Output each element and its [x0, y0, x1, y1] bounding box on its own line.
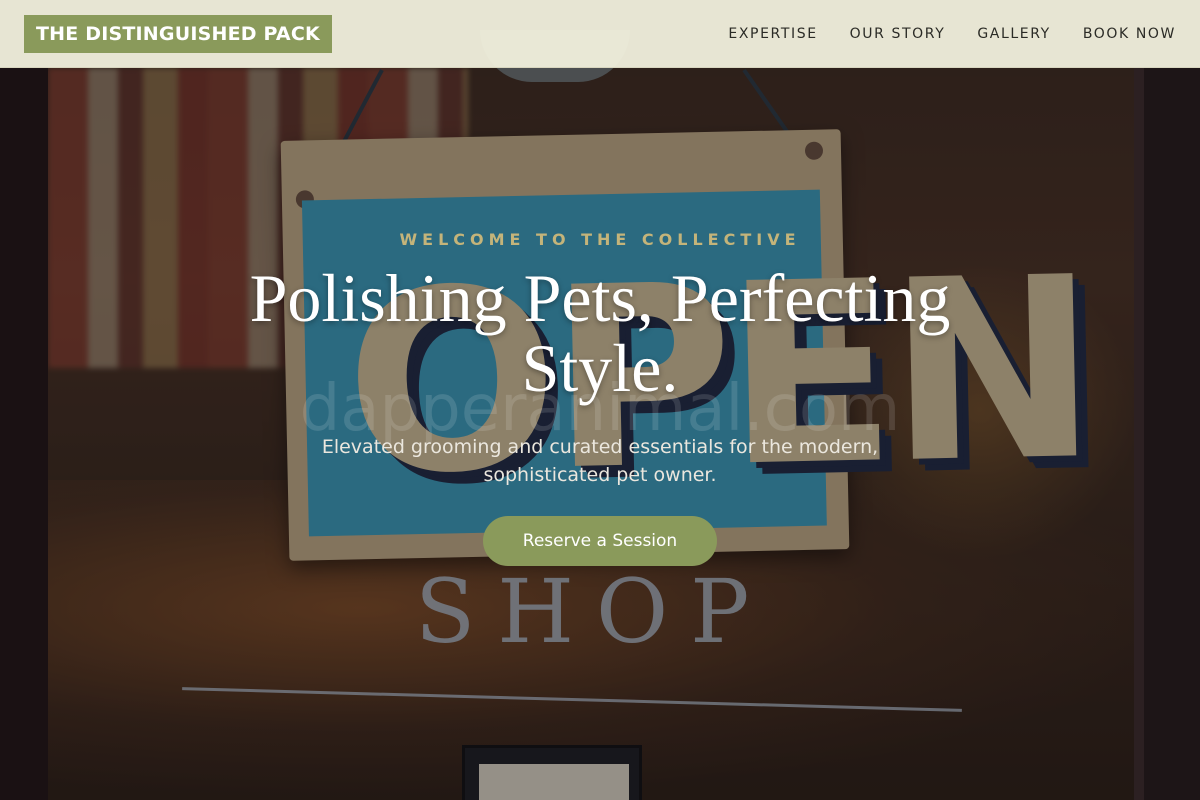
hero-eyebrow: WELCOME TO THE COLLECTIVE [399, 230, 801, 249]
nav-link-our-story[interactable]: OUR STORY [850, 26, 946, 42]
main-nav: EXPERTISE OUR STORY GALLERY BOOK NOW [728, 26, 1176, 42]
hero-title: Polishing Pets, Perfecting Style. [249, 260, 951, 406]
site-logo[interactable]: THE DISTINGUISHED PACK [24, 14, 332, 53]
nav-link-expertise[interactable]: EXPERTISE [728, 26, 817, 42]
hero-subtitle: Elevated grooming and curated essentials… [321, 436, 879, 486]
site-header: THE DISTINGUISHED PACK EXPERTISE OUR STO… [0, 0, 1200, 68]
hero-section: WELCOME TO THE COLLECTIVE Polishing Pets… [0, 230, 1200, 566]
reserve-session-button[interactable]: Reserve a Session [482, 516, 718, 566]
nav-link-book-now[interactable]: BOOK NOW [1083, 26, 1176, 42]
nav-link-gallery[interactable]: GALLERY [977, 26, 1050, 42]
